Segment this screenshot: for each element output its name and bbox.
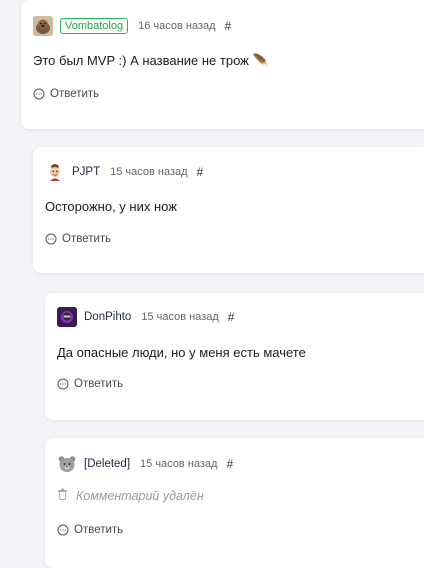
- permalink-hash[interactable]: #: [197, 165, 204, 179]
- speech-bubble-icon: [57, 378, 69, 390]
- comment-text: Это был MVP :) А название не трож 🪶: [33, 53, 269, 68]
- username[interactable]: [Deleted]: [84, 458, 130, 470]
- username[interactable]: PJPT: [72, 166, 100, 178]
- bear-avatar-icon[interactable]: [57, 454, 77, 474]
- comment-header: [Deleted] 15 часов назад #: [57, 454, 233, 474]
- deleted-comment-notice: Комментарий удалён: [57, 488, 204, 503]
- reply-button[interactable]: Ответить: [57, 524, 123, 536]
- permalink-hash[interactable]: #: [226, 457, 233, 471]
- comment-header: PJPT 15 часов назад #: [45, 162, 203, 182]
- speech-bubble-icon: [33, 88, 45, 100]
- comment-text: Осторожно, у них нож: [45, 199, 177, 214]
- reply-label: Ответить: [50, 88, 100, 100]
- reply-button[interactable]: Ответить: [57, 378, 123, 390]
- reply-label: Ответить: [74, 378, 124, 390]
- comment-text: Да опасные люди, но у меня есть мачете: [57, 345, 306, 360]
- username[interactable]: DonPihto: [84, 311, 131, 323]
- reply-button[interactable]: Ответить: [33, 88, 99, 100]
- trash-icon: [57, 488, 68, 503]
- comment-card: Vombatolog 16 часов назад # Это был MVP …: [21, 0, 424, 129]
- cartoon-face-avatar-icon[interactable]: [45, 162, 65, 182]
- gamer-avatar-icon[interactable]: [57, 307, 77, 327]
- comment-timestamp[interactable]: 15 часов назад: [140, 458, 217, 470]
- reply-button[interactable]: Ответить: [45, 233, 111, 245]
- comment-timestamp[interactable]: 15 часов назад: [141, 311, 218, 323]
- speech-bubble-icon: [57, 524, 69, 536]
- comment-timestamp[interactable]: 16 часов назад: [138, 20, 215, 32]
- comment-header: DonPihto 15 часов назад #: [57, 307, 234, 327]
- reply-label: Ответить: [62, 233, 112, 245]
- comment-card: [Deleted] 15 часов назад # Комментарий у…: [45, 438, 424, 568]
- comment-timestamp[interactable]: 15 часов назад: [110, 166, 187, 178]
- username-badge[interactable]: Vombatolog: [60, 18, 129, 34]
- wombat-avatar-icon[interactable]: [33, 16, 53, 36]
- comment-card: DonPihto 15 часов назад # Да опасные люд…: [45, 293, 424, 420]
- comment-header: Vombatolog 16 часов назад #: [33, 16, 231, 36]
- reply-label: Ответить: [74, 524, 124, 536]
- speech-bubble-icon: [45, 233, 57, 245]
- comment-card: PJPT 15 часов назад # Осторожно, у них н…: [33, 147, 424, 273]
- permalink-hash[interactable]: #: [225, 19, 232, 33]
- deleted-comment-label: Комментарий удалён: [76, 488, 204, 503]
- permalink-hash[interactable]: #: [228, 310, 235, 324]
